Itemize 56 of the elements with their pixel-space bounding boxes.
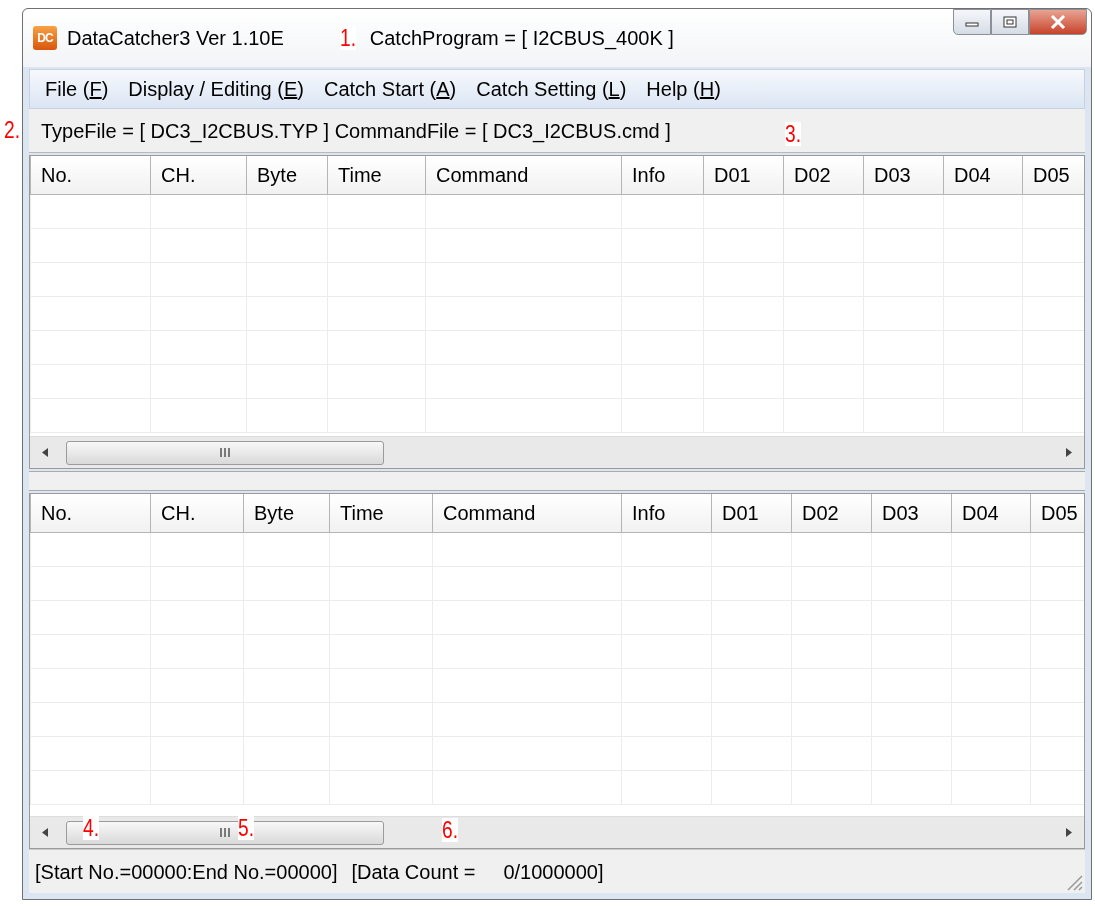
horizontal-scrollbar[interactable] <box>30 436 1084 468</box>
column-header[interactable]: Byte <box>243 494 330 532</box>
scrollbar-thumb[interactable] <box>66 440 384 465</box>
status-range: [Start No.=00000:End No.=00000] <box>35 859 338 885</box>
column-header[interactable]: D04 <box>951 494 1031 532</box>
column-header[interactable]: No. <box>30 494 151 532</box>
column-header[interactable]: D03 <box>871 494 952 532</box>
column-header[interactable]: CH. <box>150 156 247 194</box>
column-header[interactable]: Info <box>621 494 712 532</box>
column-header[interactable]: Time <box>327 156 426 194</box>
scroll-left-icon[interactable] <box>42 448 48 457</box>
maximize-button[interactable] <box>991 9 1029 35</box>
scroll-right-icon[interactable] <box>1066 448 1072 457</box>
scrollbar-thumb[interactable] <box>66 820 384 845</box>
column-header[interactable]: D02 <box>783 156 864 194</box>
menu-item[interactable]: Display / Editing (E) <box>119 74 313 104</box>
grip-icon <box>219 828 231 837</box>
column-header[interactable]: D05 <box>1022 156 1084 194</box>
column-header[interactable]: Time <box>329 494 433 532</box>
menu-item[interactable]: Catch Setting (L) <box>467 74 636 104</box>
column-header[interactable]: Info <box>621 156 704 194</box>
horizontal-scrollbar[interactable] <box>30 816 1084 848</box>
column-header[interactable]: D05 <box>1030 494 1084 532</box>
scroll-left-icon[interactable] <box>42 828 48 837</box>
column-header[interactable]: D01 <box>703 156 784 194</box>
callout-number: 5. <box>238 816 254 840</box>
close-button[interactable] <box>1029 9 1087 35</box>
minimize-button[interactable] <box>953 9 991 35</box>
status-count-label: [Data Count = <box>351 859 476 885</box>
grip-icon <box>219 448 231 457</box>
callout-number: 3. <box>785 122 801 146</box>
menu-item[interactable]: File (F) <box>36 74 118 104</box>
column-header[interactable]: No. <box>30 156 151 194</box>
status-count: 0/1000000] <box>503 859 604 885</box>
app-logo: DC <box>33 26 57 50</box>
splitter-bar[interactable] <box>29 471 1085 491</box>
maximize-icon <box>1003 16 1017 28</box>
column-header[interactable]: D01 <box>711 494 792 532</box>
column-header[interactable]: CH. <box>150 494 244 532</box>
column-header[interactable]: D02 <box>791 494 872 532</box>
column-header[interactable]: D04 <box>943 156 1023 194</box>
menu-item[interactable]: Help (H) <box>637 74 730 104</box>
menu-item[interactable]: Catch Start (A) <box>315 74 466 104</box>
callout-number: 1. <box>340 26 356 50</box>
callout-number: 6. <box>442 818 458 842</box>
window-subtitle: CatchProgram = [ I2CBUS_400K ] <box>369 26 674 52</box>
column-header[interactable]: Command <box>425 156 622 194</box>
window-title: DataCatcher3 Ver 1.10E <box>67 26 284 51</box>
column-header[interactable]: Command <box>432 494 622 532</box>
column-header[interactable]: Byte <box>246 156 328 194</box>
callout-number: 4. <box>83 816 99 840</box>
column-header[interactable]: D03 <box>863 156 944 194</box>
close-icon <box>1050 15 1066 29</box>
resize-grip-icon <box>1065 873 1083 891</box>
file-info: TypeFile = [ DC3_I2CBUS.TYP ] CommandFile = [ DC3_I2CBUS.cmd ] <box>41 118 671 145</box>
scroll-right-icon[interactable] <box>1066 828 1072 837</box>
